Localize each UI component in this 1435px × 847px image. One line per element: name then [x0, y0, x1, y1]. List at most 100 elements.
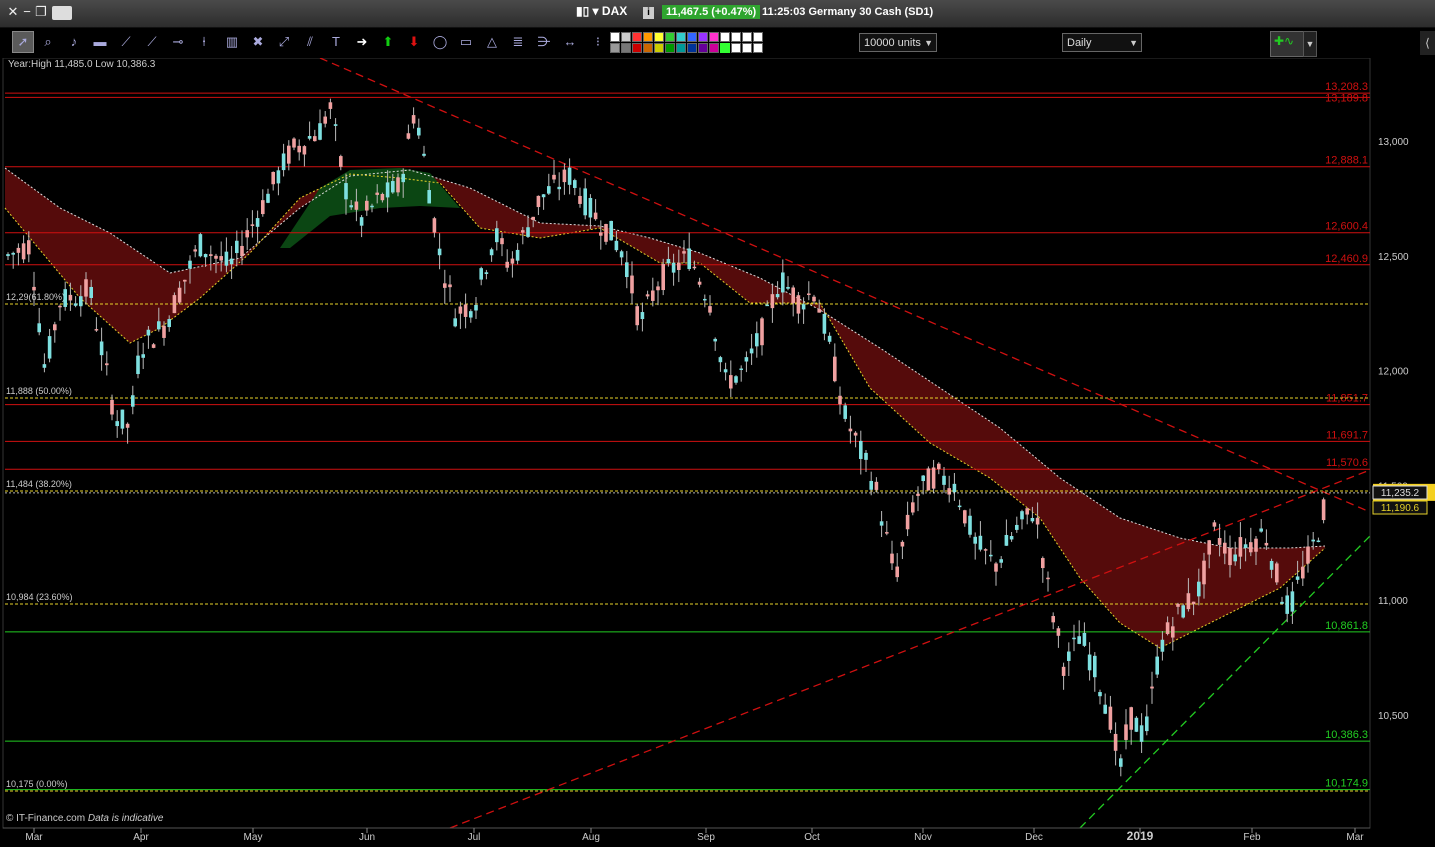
candle-down: [214, 255, 218, 259]
fib-fan-icon[interactable]: ⋺: [534, 32, 554, 52]
arrow-up-icon[interactable]: ⬆: [378, 32, 398, 52]
candle-down: [1264, 542, 1269, 546]
candle-up: [734, 376, 738, 383]
candle-up: [1280, 601, 1284, 604]
pointer-icon[interactable]: ➚: [12, 31, 34, 53]
symbol-selector[interactable]: ▮▯ ▾ DAX: [576, 4, 627, 18]
time-axis-label: May: [244, 832, 263, 843]
panel-toggle-icon[interactable]: ⟨: [1420, 31, 1435, 55]
candle-down: [661, 263, 665, 291]
info-icon[interactable]: i: [643, 7, 654, 19]
indicators-dropdown-icon[interactable]: ▼: [1303, 31, 1317, 57]
resistance-label: 11,570.6: [1326, 457, 1368, 469]
trash-icon[interactable]: ▥: [222, 32, 242, 52]
alarm-icon[interactable]: ♪: [64, 32, 84, 52]
candle-down: [354, 201, 359, 210]
time-axis-label: Feb: [1243, 832, 1261, 843]
candle-down: [770, 294, 775, 309]
candle-down: [1228, 547, 1232, 566]
candle-down: [1176, 603, 1180, 607]
candle-down: [1035, 517, 1040, 525]
arrow-down-icon[interactable]: ⬇: [404, 32, 424, 52]
candle-up: [203, 254, 208, 258]
candle-down: [302, 146, 307, 155]
minimize-icon[interactable]: −: [20, 4, 34, 20]
candle-up: [224, 251, 229, 266]
candle-up: [547, 186, 551, 194]
candle-down: [604, 223, 608, 242]
restore-icon[interactable]: ❐: [34, 4, 48, 20]
candle-up: [359, 217, 364, 226]
candle-up: [1020, 511, 1024, 520]
units-select[interactable]: 10000 units ▼: [859, 33, 937, 52]
candle-down: [183, 279, 187, 282]
candle-up: [625, 262, 629, 278]
indicators-icon[interactable]: ✚∿: [1270, 31, 1304, 57]
candle-down: [833, 356, 837, 382]
candle-down: [21, 243, 26, 260]
candle-up: [6, 254, 10, 257]
time-axis-label: Apr: [133, 832, 149, 843]
pitchfork-icon[interactable]: ⫽: [300, 32, 320, 52]
trendline-icon[interactable]: ⟋: [116, 32, 136, 52]
candle-up: [765, 304, 769, 307]
candle-down: [500, 238, 504, 245]
close-icon[interactable]: ✕: [6, 4, 20, 20]
candle-down: [645, 294, 650, 297]
candle-up: [879, 521, 884, 526]
candle-up: [344, 183, 348, 200]
ray-icon[interactable]: ⟋: [142, 32, 162, 52]
zoom-icon[interactable]: ⌕: [38, 32, 58, 52]
vertical-line-icon[interactable]: ⍿: [194, 32, 214, 52]
candle-down: [791, 287, 795, 304]
tools-icon[interactable]: ✖: [248, 32, 268, 52]
candle-down: [328, 102, 333, 109]
candle-up: [666, 258, 671, 264]
candle-up: [333, 124, 338, 126]
arrow-right-icon[interactable]: ➜: [352, 32, 372, 52]
candle-down: [396, 177, 400, 193]
candle-up: [141, 354, 145, 358]
candle-down: [1025, 508, 1029, 515]
measure-icon[interactable]: ↔: [560, 32, 580, 52]
horizontal-line-icon[interactable]: ⊸: [168, 32, 188, 52]
keyboard-icon[interactable]: [52, 6, 72, 20]
candle-up: [921, 475, 925, 482]
ellipse-icon[interactable]: ◯: [430, 32, 450, 52]
candle-down: [552, 174, 556, 180]
text-icon[interactable]: T: [326, 32, 346, 52]
ruler-icon[interactable]: ▬: [90, 32, 110, 52]
candle-down: [947, 488, 951, 495]
candle-down: [458, 306, 463, 314]
candle-down: [151, 344, 156, 348]
channel-icon[interactable]: ⤢: [274, 32, 294, 52]
fibonacci-label: 10,984 (23.60%): [6, 592, 73, 602]
candle-up: [1093, 655, 1097, 678]
candle-up: [1160, 639, 1165, 652]
candle-up: [99, 341, 104, 356]
candle-up: [573, 180, 577, 188]
time-axis-label: Jul: [468, 832, 481, 843]
candle-down: [1306, 546, 1310, 564]
candle-down: [599, 232, 603, 236]
candle-down: [1301, 566, 1305, 579]
rectangle-icon[interactable]: ▭: [456, 32, 476, 52]
candle-down: [1217, 538, 1222, 545]
candle-down: [848, 428, 853, 432]
candle-down: [838, 395, 842, 405]
candle-down: [536, 195, 541, 208]
candle-up: [453, 318, 457, 327]
candle-down: [313, 136, 317, 142]
period-select[interactable]: Daily ▼: [1062, 33, 1142, 52]
candle-down: [900, 541, 905, 547]
ma-slow-label: 11,235.2: [1381, 488, 1420, 499]
candle-down: [365, 200, 369, 211]
fibonacci-icon[interactable]: ≣: [508, 32, 528, 52]
candle-down: [84, 279, 88, 297]
candle-up: [989, 554, 993, 557]
triangle-icon[interactable]: △: [482, 32, 502, 52]
price-chart[interactable]: 13,208.313,189.8 12,888.1 12,600.4 12,460.9…: [0, 58, 1435, 847]
color-palette-icon[interactable]: [610, 32, 765, 54]
candle-down: [1321, 499, 1326, 521]
bracket-icon[interactable]: ⁝: [588, 32, 608, 52]
